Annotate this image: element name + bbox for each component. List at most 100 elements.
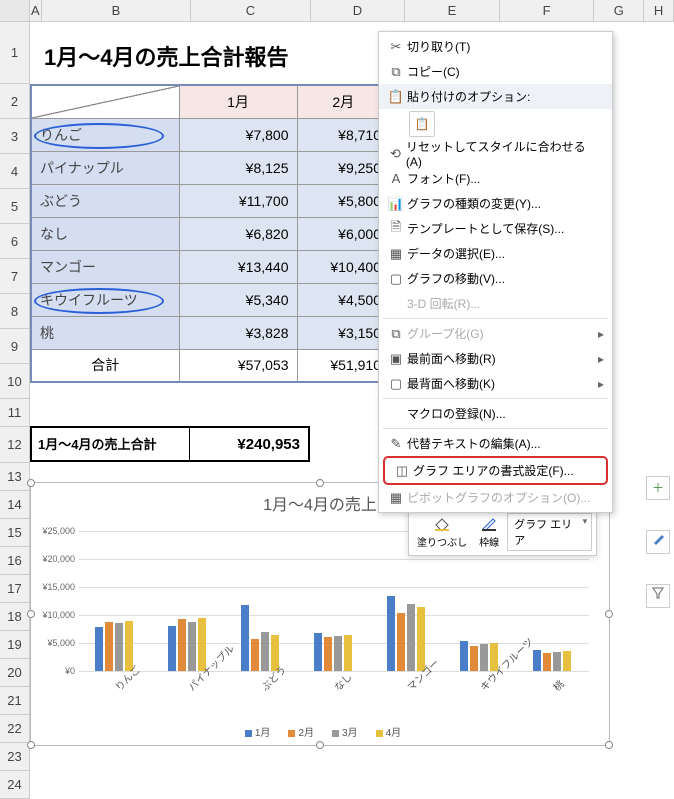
table-row[interactable]: 桃¥3,828¥3,150 — [31, 316, 390, 349]
value-cell[interactable]: ¥3,150 — [297, 316, 390, 349]
resize-handle[interactable] — [27, 610, 35, 618]
fruit-cell[interactable]: キウイフルーツ — [31, 283, 179, 316]
row-header-23[interactable]: 23 — [0, 743, 30, 771]
bar[interactable] — [533, 650, 541, 671]
resize-handle[interactable] — [27, 479, 35, 487]
bar[interactable] — [178, 619, 186, 671]
menu-copy[interactable]: ⧉コピー(C) — [379, 59, 612, 84]
menu-change-chart-type[interactable]: 📊グラフの種類の変更(Y)... — [379, 191, 612, 216]
row-header-15[interactable]: 15 — [0, 519, 30, 547]
bar[interactable] — [314, 633, 322, 671]
context-menu[interactable]: ✂切り取り(T) ⧉コピー(C) 📋貼り付けのオプション: 📋 ⟲リセットしてス… — [378, 31, 613, 513]
row-header-22[interactable]: 22 — [0, 715, 30, 743]
bar[interactable] — [261, 632, 269, 671]
fruit-cell[interactable]: なし — [31, 217, 179, 250]
col-header-F[interactable]: F — [500, 0, 595, 21]
sales-table[interactable]: 1月 2月 りんご¥7,800¥8,710パイナップル¥8,125¥9,250ぶ… — [30, 84, 391, 383]
row-header-19[interactable]: 19 — [0, 631, 30, 659]
col-header-C[interactable]: C — [191, 0, 310, 21]
menu-select-data[interactable]: ▦データの選択(E)... — [379, 241, 612, 266]
bar-group[interactable] — [387, 596, 425, 671]
chart-elements-button[interactable]: ＋ — [646, 476, 670, 500]
bar[interactable] — [543, 653, 551, 671]
value-cell[interactable]: ¥11,700 — [179, 184, 297, 217]
bar[interactable] — [115, 623, 123, 671]
legend-item[interactable]: 4月 — [370, 728, 402, 739]
bar[interactable] — [188, 622, 196, 671]
row-header-6[interactable]: 6 — [0, 224, 30, 259]
fruit-cell[interactable]: マンゴー — [31, 250, 179, 283]
col-header-A[interactable]: A — [30, 0, 42, 21]
table-row[interactable]: パイナップル¥8,125¥9,250 — [31, 151, 390, 184]
bar[interactable] — [460, 641, 468, 671]
bar[interactable] — [241, 605, 249, 671]
row-header-11[interactable]: 11 — [0, 399, 30, 427]
chart-styles-button[interactable] — [646, 530, 670, 554]
row-header-2[interactable]: 2 — [0, 84, 30, 119]
value-cell[interactable]: ¥5,800 — [297, 184, 390, 217]
menu-cut[interactable]: ✂切り取り(T) — [379, 34, 612, 59]
bar-group[interactable] — [95, 621, 133, 671]
fill-button[interactable]: 塗りつぶし — [413, 514, 471, 551]
bar[interactable] — [344, 635, 352, 671]
table-row[interactable]: マンゴー¥13,440¥10,400 — [31, 250, 390, 283]
menu-bring-front[interactable]: ▣最前面へ移動(R) — [379, 346, 612, 371]
legend-item[interactable]: 1月 — [239, 728, 271, 739]
bar[interactable] — [387, 596, 395, 671]
bar-group[interactable] — [168, 618, 206, 671]
row-header-3[interactable]: 3 — [0, 119, 30, 154]
row-header-21[interactable]: 21 — [0, 687, 30, 715]
bar[interactable] — [470, 646, 478, 671]
row-header-16[interactable]: 16 — [0, 547, 30, 575]
chart-legend[interactable]: 1月2月3月4月 — [31, 724, 609, 739]
bar[interactable] — [563, 651, 571, 671]
col-header-B[interactable]: B — [42, 0, 191, 21]
resize-handle[interactable] — [316, 741, 324, 749]
table-row[interactable]: なし¥6,820¥6,000 — [31, 217, 390, 250]
value-cell[interactable]: ¥8,710 — [297, 118, 390, 151]
fruit-cell[interactable]: りんご — [31, 118, 179, 151]
menu-save-template[interactable]: 🗎テンプレートとして保存(S)... — [379, 216, 612, 241]
value-cell[interactable]: ¥10,400 — [297, 250, 390, 283]
legend-item[interactable]: 2月 — [282, 728, 314, 739]
bar[interactable] — [397, 613, 405, 671]
row-header-4[interactable]: 4 — [0, 154, 30, 189]
row-header-10[interactable]: 10 — [0, 364, 30, 399]
row-header-5[interactable]: 5 — [0, 189, 30, 224]
bar[interactable] — [334, 636, 342, 671]
bar[interactable] — [168, 626, 176, 672]
table-row[interactable]: りんご¥7,800¥8,710 — [31, 118, 390, 151]
row-header-14[interactable]: 14 — [0, 491, 30, 519]
paste-icon[interactable]: 📋 — [409, 111, 435, 137]
value-cell[interactable]: ¥5,340 — [179, 283, 297, 316]
outline-button[interactable]: 枠線 — [475, 514, 503, 551]
resize-handle[interactable] — [605, 610, 613, 618]
row-header-12[interactable]: 12 — [0, 427, 30, 463]
bar[interactable] — [553, 652, 561, 671]
bar-group[interactable] — [241, 605, 279, 671]
col-header-H[interactable]: H — [644, 0, 674, 21]
value-cell[interactable]: ¥4,500 — [297, 283, 390, 316]
bar-group[interactable] — [314, 633, 352, 671]
bar-group[interactable] — [533, 650, 571, 671]
menu-assign-macro[interactable]: マクロの登録(N)... — [379, 401, 612, 426]
row-header-9[interactable]: 9 — [0, 329, 30, 364]
col-header-E[interactable]: E — [405, 0, 500, 21]
resize-handle[interactable] — [27, 741, 35, 749]
menu-move-chart[interactable]: ▢グラフの移動(V)... — [379, 266, 612, 291]
row-header-13[interactable]: 13 — [0, 463, 30, 491]
table-row[interactable]: キウイフルーツ¥5,340¥4,500 — [31, 283, 390, 316]
table-row[interactable]: ぶどう¥11,700¥5,800 — [31, 184, 390, 217]
value-cell[interactable]: ¥6,820 — [179, 217, 297, 250]
fruit-cell[interactable]: 桃 — [31, 316, 179, 349]
value-cell[interactable]: ¥13,440 — [179, 250, 297, 283]
bar[interactable] — [480, 644, 488, 671]
menu-font[interactable]: Aフォント(F)... — [379, 166, 612, 191]
row-header-18[interactable]: 18 — [0, 603, 30, 631]
bar[interactable] — [105, 622, 113, 671]
menu-format-chart-area[interactable]: ◫グラフ エリアの書式設定(F)... — [385, 458, 606, 483]
col-header-D[interactable]: D — [311, 0, 406, 21]
row-header-1[interactable]: 1 — [0, 22, 30, 84]
fruit-cell[interactable]: パイナップル — [31, 151, 179, 184]
bar[interactable] — [95, 627, 103, 671]
